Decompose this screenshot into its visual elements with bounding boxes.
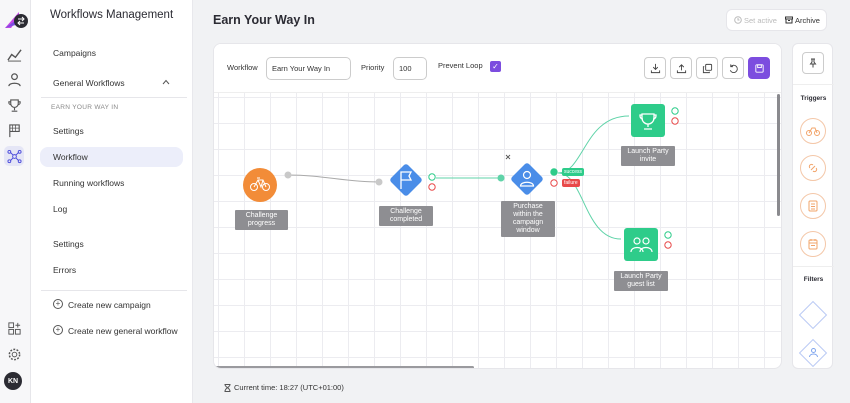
link-icon <box>808 163 818 173</box>
set-active-button[interactable]: Set active <box>734 16 777 25</box>
triggers-heading: Triggers <box>800 95 827 102</box>
workflow-icon[interactable] <box>4 146 24 166</box>
close-icon[interactable] <box>505 154 511 160</box>
launch-party-invite-label: Launch Party invite <box>621 146 675 166</box>
node-palette: Triggers Filters <box>792 43 834 369</box>
input-port[interactable] <box>375 178 383 186</box>
failure-badge: failure <box>562 179 580 187</box>
workflow-canvas-panel: Workflow Earn Your Way In Priority 100 P… <box>213 43 782 369</box>
challenge-completed-label: Challenge completed <box>379 206 433 226</box>
vertical-scrollbar[interactable] <box>777 94 780 216</box>
launch-party-guest-list-label: Launch Party guest list <box>614 271 668 291</box>
gear-icon[interactable] <box>4 344 24 364</box>
set-active-label: Set active <box>744 15 777 25</box>
hourglass-icon <box>224 383 231 392</box>
output-port[interactable] <box>284 171 292 179</box>
plus-icon[interactable]: + <box>53 299 63 309</box>
sidebar-item-settings[interactable]: Settings <box>53 126 84 136</box>
bicycle-icon <box>806 127 820 136</box>
section-label: EARN YOUR WAY IN <box>51 104 119 111</box>
failure-port[interactable] <box>664 241 672 249</box>
sidebar-item-campaigns[interactable]: Campaigns <box>53 48 96 58</box>
current-time: Current time: 18:27 (UTC+01:00) <box>224 383 344 392</box>
analytics-icon[interactable] <box>4 44 24 64</box>
clock-icon <box>734 16 742 24</box>
failure-port[interactable] <box>671 117 679 125</box>
archive-button[interactable]: Archive <box>784 15 820 25</box>
horizontal-scrollbar[interactable] <box>214 366 474 368</box>
avatar[interactable]: KN <box>4 372 22 390</box>
edge-success-invite <box>557 115 630 174</box>
user-icon[interactable] <box>4 69 24 89</box>
sidebar-item-settings-general[interactable]: Settings <box>53 239 84 249</box>
top-actions: Set active Archive <box>726 9 827 31</box>
success-port[interactable] <box>550 168 558 176</box>
trigger-list-item[interactable] <box>800 193 826 219</box>
filters-heading: Filters <box>803 276 824 283</box>
failure-port[interactable] <box>550 179 558 187</box>
failure-port[interactable] <box>428 183 436 191</box>
app-logo[interactable] <box>3 6 29 32</box>
success-port[interactable] <box>671 107 679 115</box>
current-time-text: Current time: 18:27 (UTC+01:00) <box>234 383 344 392</box>
pin-icon <box>809 58 817 68</box>
workflow-diagram <box>243 104 679 261</box>
input-port[interactable] <box>497 174 505 182</box>
apps-icon[interactable] <box>4 318 24 338</box>
sidebar-item-workflow[interactable]: Workflow <box>53 152 88 162</box>
divider <box>793 266 834 267</box>
app-title: Workflows Management <box>50 9 174 21</box>
trigger-bicycle-item[interactable] <box>800 118 826 144</box>
edge-progress-completed <box>287 174 380 183</box>
trigger-link-item[interactable] <box>800 155 826 181</box>
flag-icon[interactable] <box>4 120 24 140</box>
divider <box>41 97 187 98</box>
icon-rail: KN <box>0 0 31 403</box>
launch-party-guest-list-node[interactable] <box>624 228 658 261</box>
success-port[interactable] <box>664 231 672 239</box>
create-general-workflow-link[interactable]: Create new general workflow <box>68 326 178 336</box>
user-icon <box>809 348 818 358</box>
chevron-up-icon[interactable] <box>162 78 170 86</box>
trigger-calendar-item[interactable] <box>800 231 826 257</box>
archive-label: Archive <box>794 15 820 25</box>
calendar-icon <box>808 239 818 250</box>
sidebar: Workflows Management Campaigns General W… <box>31 0 193 403</box>
sidebar-item-general-workflows[interactable]: General Workflows <box>53 78 125 88</box>
page-title: Earn Your Way In <box>213 13 315 27</box>
success-port[interactable] <box>428 173 436 181</box>
launch-party-invite-node[interactable] <box>631 104 665 137</box>
sidebar-item-errors[interactable]: Errors <box>53 265 76 275</box>
purchase-window-label: Purchase within the campaign window <box>501 201 555 237</box>
filter-item[interactable] <box>798 300 828 330</box>
list-icon <box>808 200 818 212</box>
trophy-icon[interactable] <box>4 95 24 115</box>
divider <box>41 290 187 291</box>
create-campaign-link[interactable]: Create new campaign <box>68 300 151 310</box>
challenge-progress-label: Challenge progress <box>235 210 288 230</box>
success-badge: success <box>562 168 585 176</box>
plus-icon[interactable]: + <box>53 325 63 335</box>
pin-button[interactable] <box>802 52 824 74</box>
sidebar-item-log[interactable]: Log <box>53 204 67 214</box>
divider <box>793 84 834 85</box>
archive-icon <box>784 16 793 24</box>
sidebar-item-running-workflows[interactable]: Running workflows <box>53 178 124 188</box>
